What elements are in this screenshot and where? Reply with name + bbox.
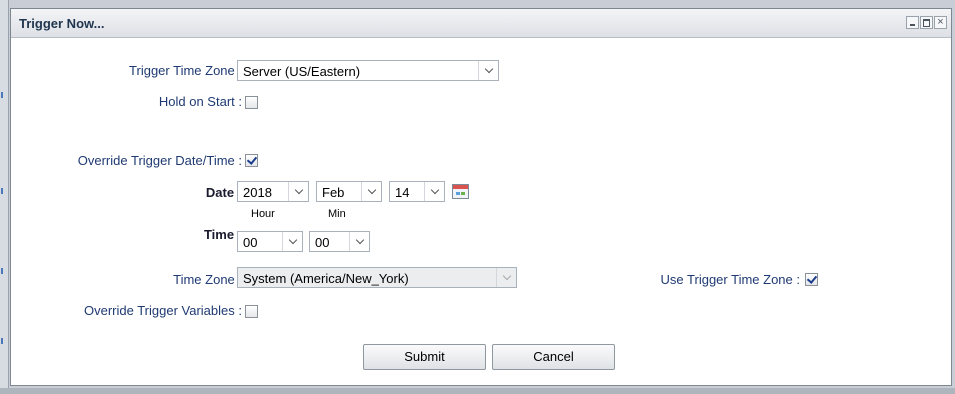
time-zone-value: System (America/New_York)	[243, 271, 409, 286]
chevron-down-icon	[282, 232, 302, 251]
hold-on-start-label: Hold on Start :	[158, 94, 242, 109]
override-variables-label: Override Trigger Variables :	[84, 303, 242, 318]
dialog-title: Trigger Now...	[19, 16, 105, 31]
time-hour-select[interactable]: 00	[237, 231, 303, 252]
time-min-select[interactable]: 00	[309, 231, 370, 252]
override-date-time-checkbox[interactable]	[245, 154, 258, 167]
chevron-down-icon	[478, 61, 498, 80]
calendar-icon-header	[453, 185, 468, 189]
trigger-time-zone-select[interactable]: Server (US/Eastern)	[237, 60, 499, 81]
chevron-down-icon	[349, 232, 369, 251]
time-zone-label: Time Zone :	[173, 272, 242, 287]
window-controls: ×	[905, 16, 947, 29]
background-bottom-edge	[0, 388, 955, 394]
edge-marker	[1, 338, 3, 344]
date-year-select[interactable]: 2018	[237, 181, 309, 202]
calendar-icon-cell	[461, 192, 465, 195]
time-hour-value: 00	[243, 235, 258, 250]
trigger-time-zone-value: Server (US/Eastern)	[243, 64, 361, 79]
chevron-down-icon	[496, 268, 516, 287]
edge-marker	[1, 188, 3, 194]
background-panel-edge	[0, 0, 9, 394]
date-year-value: 2018	[243, 185, 272, 200]
trigger-now-dialog: Trigger Now... × Trigger Time Zone : Ser…	[10, 8, 952, 386]
min-label: Min	[328, 208, 346, 220]
cancel-button[interactable]: Cancel	[492, 344, 615, 370]
close-icon[interactable]: ×	[934, 16, 947, 29]
override-date-time-label: Override Trigger Date/Time :	[77, 153, 242, 168]
maximize-icon[interactable]	[920, 16, 933, 29]
chevron-down-icon	[361, 182, 381, 201]
edge-marker	[1, 268, 3, 274]
edge-marker	[1, 92, 3, 98]
date-month-select[interactable]: Feb	[316, 181, 382, 202]
date-day-select[interactable]: 14	[389, 181, 445, 202]
minimize-icon[interactable]	[906, 16, 919, 29]
dialog-titlebar[interactable]: Trigger Now... ×	[11, 9, 951, 38]
time-min-value: 00	[315, 235, 330, 250]
date-month-value: Feb	[322, 185, 345, 200]
use-trigger-time-zone-label: Use Trigger Time Zone :	[660, 272, 800, 287]
calendar-icon-cell	[456, 192, 460, 195]
chevron-down-icon	[288, 182, 308, 201]
chevron-down-icon	[424, 182, 444, 201]
trigger-time-zone-label: Trigger Time Zone :	[129, 63, 242, 78]
submit-button[interactable]: Submit	[363, 344, 486, 370]
hold-on-start-checkbox[interactable]	[245, 96, 258, 109]
calendar-icon[interactable]	[452, 184, 469, 199]
use-trigger-time-zone-checkbox[interactable]	[805, 273, 818, 286]
override-variables-checkbox[interactable]	[245, 305, 258, 318]
time-zone-select[interactable]: System (America/New_York)	[237, 267, 517, 288]
hour-label: Hour	[251, 208, 275, 220]
date-day-value: 14	[395, 185, 410, 200]
